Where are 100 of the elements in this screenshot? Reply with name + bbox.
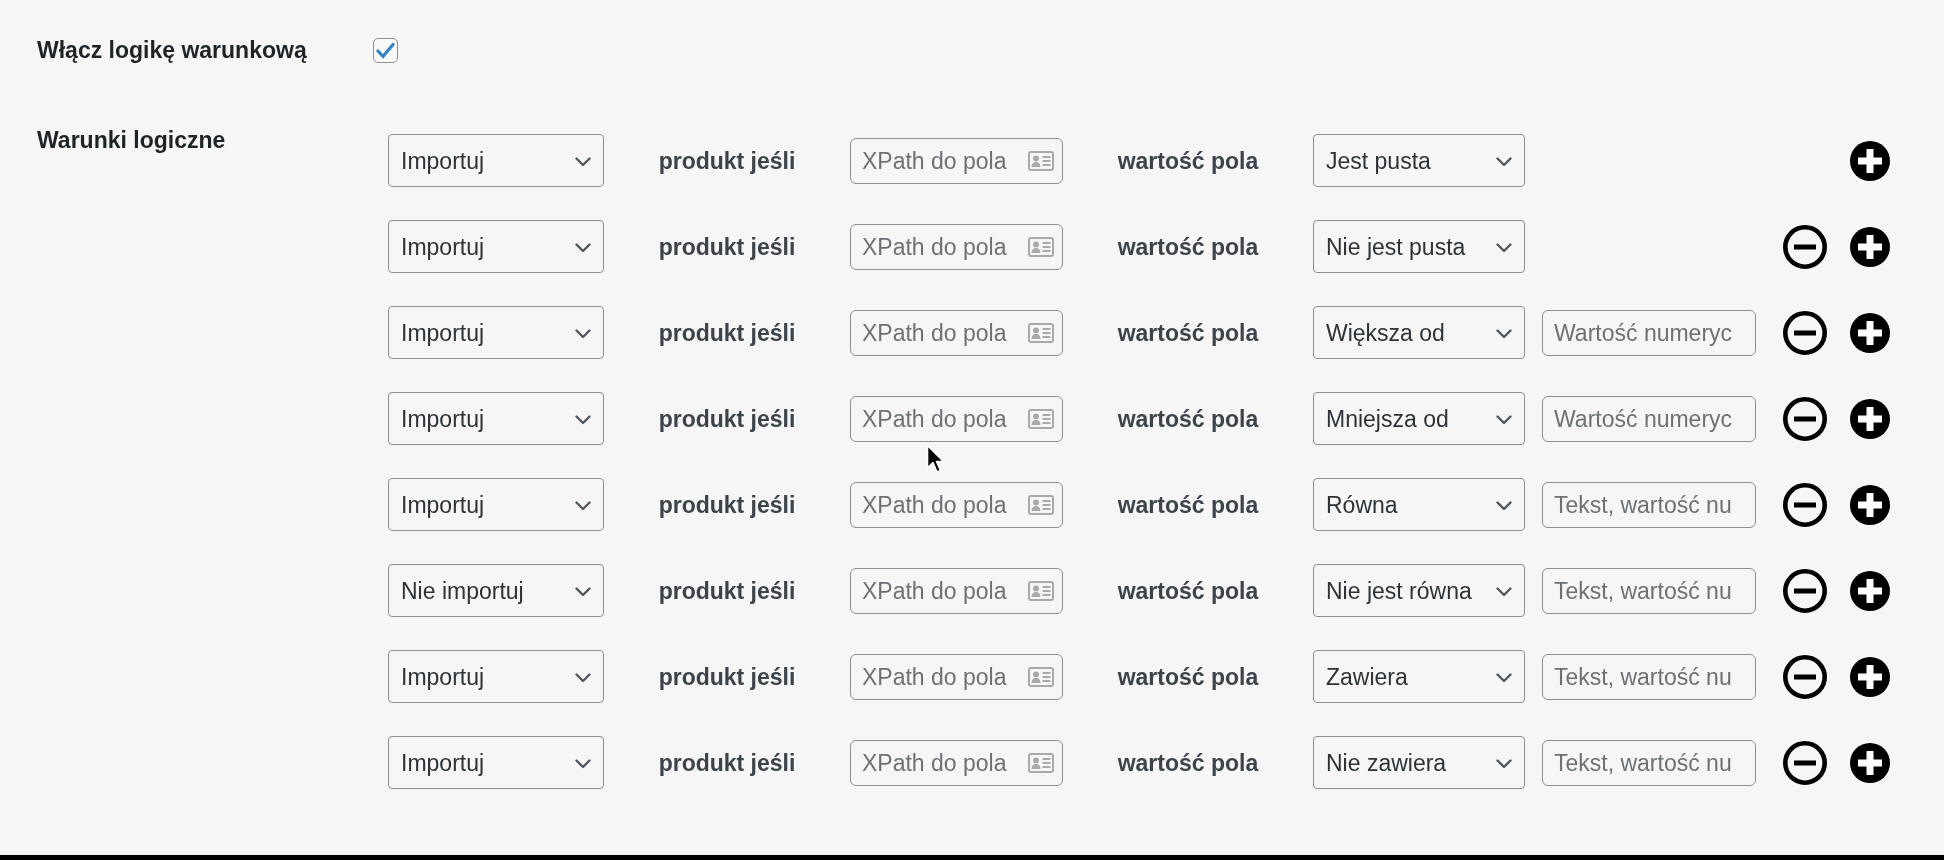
chevron-down-icon xyxy=(575,672,591,683)
plus-circle-icon xyxy=(1850,484,1890,525)
subject-label: produkt jeśli xyxy=(658,147,796,177)
field-value-label: wartość pola xyxy=(1117,233,1259,263)
chevron-down-icon xyxy=(1496,758,1512,769)
action-dropdown[interactable]: Importuj xyxy=(388,736,604,789)
chevron-down-icon xyxy=(1496,414,1512,425)
operator-dropdown[interactable]: Większa od xyxy=(1313,306,1525,359)
xpath-field[interactable]: XPath do pola xyxy=(850,395,1063,442)
action-dropdown[interactable]: Importuj xyxy=(388,650,604,703)
remove-condition-button[interactable] xyxy=(1783,482,1827,527)
chevron-down-icon xyxy=(575,156,591,167)
plus-circle-icon xyxy=(1850,226,1890,267)
enable-logic-label: Włącz logikę warunkową xyxy=(37,36,308,64)
subject-label: produkt jeśli xyxy=(658,233,796,263)
value-field[interactable]: Tekst, wartość nu xyxy=(1542,567,1756,614)
operator-dropdown[interactable]: Nie zawiera xyxy=(1313,736,1525,789)
operator-dropdown[interactable]: Równa xyxy=(1313,478,1525,531)
subject-label: produkt jeśli xyxy=(658,749,796,779)
chevron-down-icon xyxy=(1496,500,1512,511)
minus-circle-icon xyxy=(1783,654,1827,699)
contact-card-icon xyxy=(1028,322,1054,343)
action-dropdown[interactable]: Importuj xyxy=(388,220,604,273)
field-value-label: wartość pola xyxy=(1117,749,1259,779)
operator-dropdown[interactable]: Nie jest równa xyxy=(1313,564,1525,617)
xpath-field[interactable]: XPath do pola xyxy=(850,137,1063,184)
plus-circle-icon xyxy=(1850,742,1890,783)
minus-circle-icon xyxy=(1783,482,1827,527)
field-value-label: wartość pola xyxy=(1117,663,1259,693)
add-condition-button[interactable] xyxy=(1850,656,1890,697)
remove-condition-button[interactable] xyxy=(1783,310,1827,355)
add-condition-button[interactable] xyxy=(1850,226,1890,267)
minus-circle-icon xyxy=(1783,224,1827,269)
add-condition-button[interactable] xyxy=(1850,312,1890,353)
remove-condition-button[interactable] xyxy=(1783,740,1827,785)
contact-card-icon xyxy=(1028,752,1054,773)
mouse-cursor-icon xyxy=(926,444,945,474)
chevron-down-icon xyxy=(1496,328,1512,339)
chevron-down-icon xyxy=(575,328,591,339)
minus-circle-icon xyxy=(1783,310,1827,355)
chevron-down-icon xyxy=(1496,156,1512,167)
operator-dropdown[interactable]: Zawiera xyxy=(1313,650,1525,703)
remove-condition-button[interactable] xyxy=(1783,654,1827,699)
subject-label: produkt jeśli xyxy=(658,577,796,607)
xpath-field[interactable]: XPath do pola xyxy=(850,223,1063,270)
contact-card-icon xyxy=(1028,408,1054,429)
xpath-field[interactable]: XPath do pola xyxy=(850,739,1063,786)
enable-logic-checkbox[interactable] xyxy=(373,37,398,63)
value-field[interactable]: Wartość numeryc xyxy=(1542,309,1756,356)
chevron-down-icon xyxy=(575,242,591,253)
field-value-label: wartość pola xyxy=(1117,491,1259,521)
minus-circle-icon xyxy=(1783,568,1827,613)
subject-label: produkt jeśli xyxy=(658,405,796,435)
add-condition-button[interactable] xyxy=(1850,140,1890,181)
operator-dropdown[interactable]: Jest pusta xyxy=(1313,134,1525,187)
value-field[interactable]: Wartość numeryc xyxy=(1542,395,1756,442)
field-value-label: wartość pola xyxy=(1117,319,1259,349)
add-condition-button[interactable] xyxy=(1850,742,1890,783)
contact-card-icon xyxy=(1028,494,1054,515)
chevron-down-icon xyxy=(575,500,591,511)
plus-circle-icon xyxy=(1850,398,1890,439)
field-value-label: wartość pola xyxy=(1117,405,1259,435)
value-field[interactable]: Tekst, wartość nu xyxy=(1542,481,1756,528)
subject-label: produkt jeśli xyxy=(658,319,796,349)
remove-condition-button[interactable] xyxy=(1783,396,1827,441)
xpath-field[interactable]: XPath do pola xyxy=(850,481,1063,528)
contact-card-icon xyxy=(1028,580,1054,601)
subject-label: produkt jeśli xyxy=(658,663,796,693)
plus-circle-icon xyxy=(1850,656,1890,697)
contact-card-icon xyxy=(1028,666,1054,687)
chevron-down-icon xyxy=(575,414,591,425)
action-dropdown[interactable]: Importuj xyxy=(388,306,604,359)
action-dropdown[interactable]: Importuj xyxy=(388,134,604,187)
operator-dropdown[interactable]: Nie jest pusta xyxy=(1313,220,1525,273)
xpath-field[interactable]: XPath do pola xyxy=(850,567,1063,614)
chevron-down-icon xyxy=(1496,242,1512,253)
chevron-down-icon xyxy=(575,586,591,597)
value-field[interactable]: Tekst, wartość nu xyxy=(1542,739,1756,786)
remove-condition-button[interactable] xyxy=(1783,224,1827,269)
conditions-label: Warunki logiczne xyxy=(37,127,226,153)
add-condition-button[interactable] xyxy=(1850,398,1890,439)
field-value-label: wartość pola xyxy=(1117,577,1259,607)
action-dropdown[interactable]: Importuj xyxy=(388,392,604,445)
operator-dropdown[interactable]: Mniejsza od xyxy=(1313,392,1525,445)
xpath-field[interactable]: XPath do pola xyxy=(850,309,1063,356)
contact-card-icon xyxy=(1028,150,1054,171)
action-dropdown[interactable]: Importuj xyxy=(388,478,604,531)
minus-circle-icon xyxy=(1783,740,1827,785)
plus-circle-icon xyxy=(1850,312,1890,353)
value-field[interactable]: Tekst, wartość nu xyxy=(1542,653,1756,700)
plus-circle-icon xyxy=(1850,570,1890,611)
field-value-label: wartość pola xyxy=(1117,147,1259,177)
add-condition-button[interactable] xyxy=(1850,484,1890,525)
add-condition-button[interactable] xyxy=(1850,570,1890,611)
checkmark-icon xyxy=(376,41,395,59)
chevron-down-icon xyxy=(1496,672,1512,683)
xpath-field[interactable]: XPath do pola xyxy=(850,653,1063,700)
contact-card-icon xyxy=(1028,236,1054,257)
action-dropdown[interactable]: Nie importuj xyxy=(388,564,604,617)
remove-condition-button[interactable] xyxy=(1783,568,1827,613)
